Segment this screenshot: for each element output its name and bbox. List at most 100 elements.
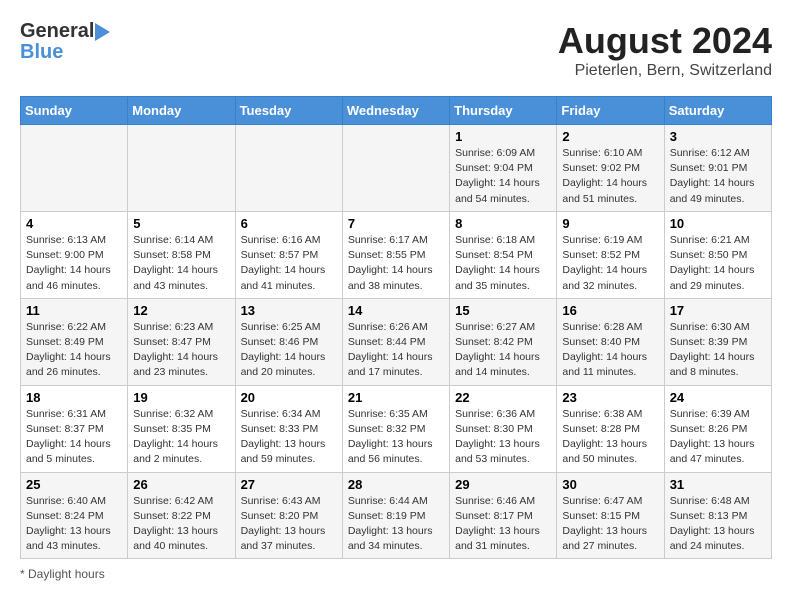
logo-text-blue: Blue (20, 41, 63, 64)
day-number: 6 (241, 216, 337, 231)
day-info: Sunrise: 6:21 AM Sunset: 8:50 PM Dayligh… (670, 233, 766, 294)
day-number: 7 (348, 216, 444, 231)
calendar-cell: 9 Sunrise: 6:19 AM Sunset: 8:52 PM Daylig… (557, 211, 664, 298)
location: Pieterlen, Bern, Switzerland (558, 62, 772, 80)
day-number: 5 (133, 216, 229, 231)
day-info: Sunrise: 6:38 AM Sunset: 8:28 PM Dayligh… (562, 407, 658, 468)
footer-note-text: Daylight hours (28, 567, 105, 581)
calendar-cell: 2Sunrise: 6:10 AM Sunset: 9:02 PM Daylig… (557, 125, 664, 212)
header: General Blue August 2024 Pieterlen, Bern… (20, 20, 772, 80)
day-number: 18 (26, 390, 122, 405)
day-number: 10 (670, 216, 766, 231)
day-info: Sunrise: 6:39 AM Sunset: 8:26 PM Dayligh… (670, 407, 766, 468)
day-info: Sunrise: 6:43 AM Sunset: 8:20 PM Dayligh… (241, 494, 337, 555)
logo-text-g: General (20, 20, 94, 43)
day-info: Sunrise: 6:09 AM Sunset: 9:04 PM Dayligh… (455, 146, 551, 207)
calendar-cell: 8 Sunrise: 6:18 AM Sunset: 8:54 PM Daylig… (450, 211, 557, 298)
day-info: Sunrise: 6:16 AM Sunset: 8:57 PM Dayligh… (241, 233, 337, 294)
calendar-header: SundayMondayTuesdayWednesdayThursdayFrid… (21, 97, 772, 125)
day-number: 15 (455, 303, 551, 318)
calendar-cell: 27 Sunrise: 6:43 AM Sunset: 8:20 PM Dayli… (235, 472, 342, 559)
calendar-week-5: 25Sunrise: 6:40 AM Sunset: 8:24 PM Dayli… (21, 472, 772, 559)
day-number: 14 (348, 303, 444, 318)
day-info: Sunrise: 6:10 AM Sunset: 9:02 PM Dayligh… (562, 146, 658, 207)
calendar-cell: 7Sunrise: 6:17 AM Sunset: 8:55 PM Daylig… (342, 211, 449, 298)
day-info: Sunrise: 6:36 AM Sunset: 8:30 PM Dayligh… (455, 407, 551, 468)
calendar-week-3: 11 Sunrise: 6:22 AM Sunset: 8:49 PM Dayli… (21, 298, 772, 385)
calendar-cell: 24Sunrise: 6:39 AM Sunset: 8:26 PM Dayli… (664, 385, 771, 472)
day-number: 19 (133, 390, 229, 405)
day-number: 27 (241, 477, 337, 492)
day-info: Sunrise: 6:34 AM Sunset: 8:33 PM Dayligh… (241, 407, 337, 468)
day-number: 25 (26, 477, 122, 492)
day-info: Sunrise: 6:44 AM Sunset: 8:19 PM Dayligh… (348, 494, 444, 555)
footer-note: * Daylight hours (20, 567, 772, 581)
calendar-cell: 17 Sunrise: 6:30 AM Sunset: 8:39 PM Dayli… (664, 298, 771, 385)
calendar-cell: 23 Sunrise: 6:38 AM Sunset: 8:28 PM Dayli… (557, 385, 664, 472)
day-number: 21 (348, 390, 444, 405)
day-info: Sunrise: 6:18 AM Sunset: 8:54 PM Dayligh… (455, 233, 551, 294)
day-info: Sunrise: 6:46 AM Sunset: 8:17 PM Dayligh… (455, 494, 551, 555)
calendar-cell: 22Sunrise: 6:36 AM Sunset: 8:30 PM Dayli… (450, 385, 557, 472)
calendar-week-1: 1 Sunrise: 6:09 AM Sunset: 9:04 PM Daylig… (21, 125, 772, 212)
day-number: 20 (241, 390, 337, 405)
calendar-cell: 20 Sunrise: 6:34 AM Sunset: 8:33 PM Dayli… (235, 385, 342, 472)
calendar-cell: 3Sunrise: 6:12 AM Sunset: 9:01 PM Daylig… (664, 125, 771, 212)
day-number: 8 (455, 216, 551, 231)
calendar-cell (21, 125, 128, 212)
calendar-cell: 12 Sunrise: 6:23 AM Sunset: 8:47 PM Dayli… (128, 298, 235, 385)
logo: General Blue (20, 20, 111, 64)
day-info: Sunrise: 6:25 AM Sunset: 8:46 PM Dayligh… (241, 320, 337, 381)
calendar-table: SundayMondayTuesdayWednesdayThursdayFrid… (20, 96, 772, 559)
day-number: 29 (455, 477, 551, 492)
day-header-monday: Monday (128, 97, 235, 125)
logo-arrow-icon (95, 23, 110, 41)
day-number: 4 (26, 216, 122, 231)
day-number: 12 (133, 303, 229, 318)
title-section: August 2024 Pieterlen, Bern, Switzerland (558, 20, 772, 80)
day-info: Sunrise: 6:23 AM Sunset: 8:47 PM Dayligh… (133, 320, 229, 381)
calendar-cell: 10 Sunrise: 6:21 AM Sunset: 8:50 PM Dayli… (664, 211, 771, 298)
day-header-sunday: Sunday (21, 97, 128, 125)
day-header-friday: Friday (557, 97, 664, 125)
day-info: Sunrise: 6:22 AM Sunset: 8:49 PM Dayligh… (26, 320, 122, 381)
day-number: 1 (455, 129, 551, 144)
calendar-cell: 28Sunrise: 6:44 AM Sunset: 8:19 PM Dayli… (342, 472, 449, 559)
calendar-week-4: 18 Sunrise: 6:31 AM Sunset: 8:37 PM Dayli… (21, 385, 772, 472)
day-info: Sunrise: 6:32 AM Sunset: 8:35 PM Dayligh… (133, 407, 229, 468)
calendar-cell: 15 Sunrise: 6:27 AM Sunset: 8:42 PM Dayli… (450, 298, 557, 385)
calendar-cell: 29 Sunrise: 6:46 AM Sunset: 8:17 PM Dayli… (450, 472, 557, 559)
calendar-cell: 26Sunrise: 6:42 AM Sunset: 8:22 PM Dayli… (128, 472, 235, 559)
day-number: 26 (133, 477, 229, 492)
day-number: 23 (562, 390, 658, 405)
calendar-cell: 11 Sunrise: 6:22 AM Sunset: 8:49 PM Dayli… (21, 298, 128, 385)
day-header-saturday: Saturday (664, 97, 771, 125)
logo-line1: General (20, 20, 111, 43)
day-info: Sunrise: 6:35 AM Sunset: 8:32 PM Dayligh… (348, 407, 444, 468)
day-number: 17 (670, 303, 766, 318)
day-info: Sunrise: 6:47 AM Sunset: 8:15 PM Dayligh… (562, 494, 658, 555)
day-info: Sunrise: 6:27 AM Sunset: 8:42 PM Dayligh… (455, 320, 551, 381)
calendar-cell: 13Sunrise: 6:25 AM Sunset: 8:46 PM Dayli… (235, 298, 342, 385)
calendar-cell: 14Sunrise: 6:26 AM Sunset: 8:44 PM Dayli… (342, 298, 449, 385)
day-info: Sunrise: 6:31 AM Sunset: 8:37 PM Dayligh… (26, 407, 122, 468)
days-of-week-row: SundayMondayTuesdayWednesdayThursdayFrid… (21, 97, 772, 125)
calendar-cell (128, 125, 235, 212)
day-header-thursday: Thursday (450, 97, 557, 125)
day-info: Sunrise: 6:13 AM Sunset: 9:00 PM Dayligh… (26, 233, 122, 294)
day-info: Sunrise: 6:30 AM Sunset: 8:39 PM Dayligh… (670, 320, 766, 381)
month-year: August 2024 (558, 20, 772, 62)
calendar-cell: 21 Sunrise: 6:35 AM Sunset: 8:32 PM Dayli… (342, 385, 449, 472)
day-number: 11 (26, 303, 122, 318)
day-info: Sunrise: 6:19 AM Sunset: 8:52 PM Dayligh… (562, 233, 658, 294)
day-header-wednesday: Wednesday (342, 97, 449, 125)
calendar-cell: 6 Sunrise: 6:16 AM Sunset: 8:57 PM Daylig… (235, 211, 342, 298)
day-number: 9 (562, 216, 658, 231)
calendar-body: 1 Sunrise: 6:09 AM Sunset: 9:04 PM Daylig… (21, 125, 772, 559)
calendar-cell: 25Sunrise: 6:40 AM Sunset: 8:24 PM Dayli… (21, 472, 128, 559)
calendar-cell: 16Sunrise: 6:28 AM Sunset: 8:40 PM Dayli… (557, 298, 664, 385)
day-number: 30 (562, 477, 658, 492)
day-info: Sunrise: 6:12 AM Sunset: 9:01 PM Dayligh… (670, 146, 766, 207)
day-info: Sunrise: 6:14 AM Sunset: 8:58 PM Dayligh… (133, 233, 229, 294)
day-info: Sunrise: 6:48 AM Sunset: 8:13 PM Dayligh… (670, 494, 766, 555)
